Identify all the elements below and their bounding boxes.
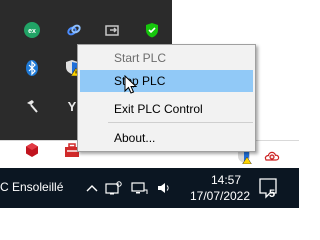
export-icon[interactable] [104, 22, 120, 38]
menu-item-start-plc[interactable]: Start PLC [80, 47, 253, 69]
taskbar: C Ensoleillé 14:57 17/07/2022 5 [0, 168, 299, 208]
menu-item-about[interactable]: About... [80, 127, 253, 149]
menu-item-stop-plc[interactable]: Stop PLC [80, 70, 253, 92]
notification-count-badge: 5 [268, 188, 276, 200]
plc-icon[interactable] [24, 142, 40, 158]
menu-separator [108, 122, 253, 123]
shield-check-icon[interactable] [144, 22, 160, 38]
network-icon[interactable] [104, 180, 122, 196]
plc-context-menu: Start PLC Stop PLC Exit PLC Control Abou… [77, 44, 256, 152]
clock-date[interactable]: 17/07/2022 [180, 189, 260, 203]
bluetooth-icon[interactable] [24, 60, 40, 76]
hammer-icon[interactable] [24, 98, 40, 114]
speaker-icon[interactable] [156, 180, 172, 196]
show-hidden-icons-chevron-icon[interactable] [86, 180, 98, 196]
svg-text:ex: ex [28, 28, 36, 35]
display-icon[interactable] [130, 180, 148, 196]
onedrive-error-icon[interactable] [262, 148, 280, 169]
weather-text[interactable]: C Ensoleillé [0, 180, 63, 194]
svg-text:Y: Y [68, 99, 77, 114]
link-icon[interactable] [66, 22, 82, 38]
menu-item-exit-plc-control[interactable]: Exit PLC Control [80, 98, 253, 120]
clock-time[interactable]: 14:57 [196, 173, 256, 187]
excel-icon[interactable]: ex [24, 22, 40, 38]
mouse-cursor-icon [124, 74, 138, 100]
